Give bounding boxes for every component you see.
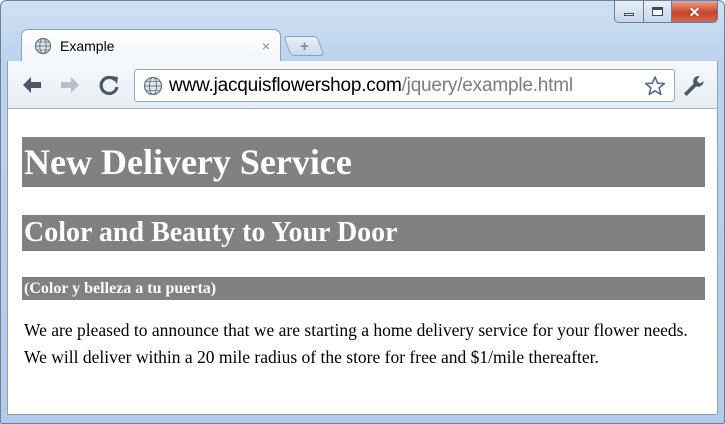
url-path: /jquery/example.html (401, 74, 573, 96)
minimize-icon (624, 13, 634, 16)
address-bar[interactable]: www.jacquisflowershop.com/jquery/example… (134, 69, 675, 102)
new-tab-button[interactable]: + (283, 36, 325, 56)
wrench-icon[interactable] (680, 73, 706, 99)
url-host: www.jacquisflowershop.com (169, 74, 402, 96)
close-icon: ✕ (688, 3, 701, 20)
tab-title: Example (60, 37, 115, 54)
browser-toolbar: www.jacquisflowershop.com/jquery/example… (7, 61, 718, 109)
back-arrow-icon (23, 77, 41, 93)
window-controls: ✕ (614, 1, 718, 23)
globe-icon (143, 76, 163, 95)
tab-close-icon[interactable]: × (262, 38, 270, 54)
minimize-button[interactable] (614, 1, 644, 23)
heading-color-and-beauty: Color and Beauty to Your Door (22, 215, 705, 251)
delivery-announcement-paragraph: We are pleased to announce that we are s… (24, 320, 688, 367)
heading-new-delivery-service: New Delivery Service (22, 137, 705, 187)
page-content: New Delivery Service Color and Beauty to… (7, 109, 718, 415)
reload-icon (99, 75, 119, 96)
maximize-button[interactable] (644, 1, 672, 23)
back-button[interactable] (20, 73, 44, 97)
globe-icon (34, 37, 52, 54)
forward-arrow-icon (61, 77, 79, 93)
star-icon[interactable] (644, 75, 666, 97)
tab-example[interactable]: Example × (21, 29, 281, 61)
browser-window: ✕ Example × + www.jacquisflowershop.com/… (0, 0, 725, 424)
reload-button[interactable] (97, 73, 121, 97)
plus-icon: + (299, 37, 309, 55)
maximize-icon (652, 7, 663, 16)
close-window-button[interactable]: ✕ (672, 1, 718, 23)
heading-spanish-subtitle: (Color y belleza a tu puerta) (22, 277, 705, 300)
forward-button[interactable] (58, 73, 82, 97)
url-text: www.jacquisflowershop.com/jquery/example… (169, 75, 644, 97)
